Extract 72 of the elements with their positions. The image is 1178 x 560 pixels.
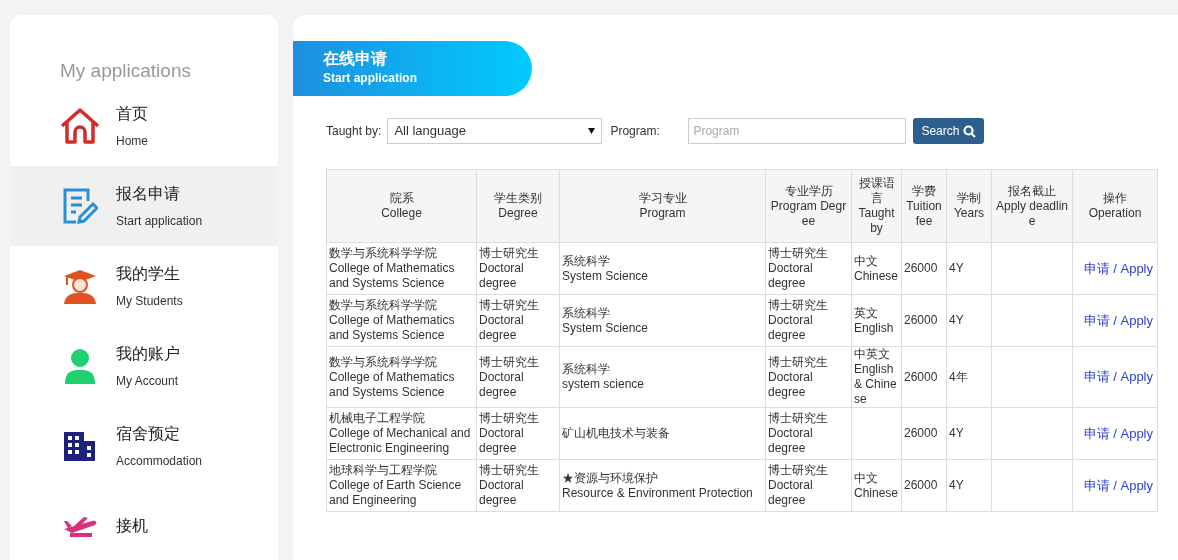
column-header: 院系 College — [326, 169, 477, 243]
column-header: 学费 Tuition fee — [901, 169, 947, 243]
language-cell-text: 英文 English — [854, 305, 895, 336]
college-cell-text: 数学与系统科学学院 College of Mathematics and Systems Science — [329, 354, 456, 400]
item-subtitle: My Students — [116, 292, 183, 310]
banner-title: 在线申请 — [323, 49, 388, 69]
item-subtitle: My Account — [116, 372, 180, 390]
sidebar-item[interactable]: 报名申请 Start application — [10, 165, 278, 246]
item-title: 接机 — [116, 515, 148, 536]
airplane-icon — [62, 514, 98, 537]
years-cell: 4Y — [949, 478, 964, 492]
item-title: 首页 — [116, 103, 148, 124]
years-cell: 4年 — [949, 369, 968, 384]
program-cell-text: 系统科学 System Science — [562, 305, 650, 336]
dropdown-caret-icon — [588, 128, 596, 134]
taught-by-label: Taught by: — [326, 123, 382, 140]
language-cell-text: 中英文 English & Chinese — [854, 347, 898, 407]
house-icon — [59, 106, 101, 145]
column-header: 操作 Operation — [1072, 169, 1158, 243]
item-title: 报名申请 — [116, 183, 181, 204]
program-cell-text: 系统科学 system science — [562, 362, 646, 392]
program-cell-text: 矿山机电技术与装备 — [562, 426, 671, 441]
item-subtitle: Accommodation — [116, 452, 203, 470]
column-header: 学制 Years — [946, 169, 992, 243]
language-select[interactable]: All language — [387, 118, 603, 144]
college-cell-text: 地球科学与工程学院 College of Earth Science and Engineering — [329, 463, 463, 508]
building-icon — [63, 430, 97, 461]
document-pencil-icon — [62, 186, 98, 225]
college-cell-text: 机械电子工程学院 College of Mechanical and Electronic Engineering — [329, 411, 472, 456]
fee-cell: 26000 — [904, 369, 938, 384]
column-header: 学生类别 Degree — [476, 169, 560, 243]
degree-cell-text: 博士研究生 Doctoral degree — [479, 246, 540, 291]
item-title: 宿舍预定 — [116, 423, 181, 444]
column-header: 报名截止 Apply deadline — [991, 169, 1073, 243]
degree-cell-text: 博士研究生 Doctoral degree — [479, 298, 540, 343]
program-label: Program: — [610, 123, 661, 140]
column-header: 学习专业 Program — [559, 169, 766, 243]
program-degree-cell-text: 博士研究生 Doctoral degree — [768, 298, 829, 343]
banner-subtitle: Start application — [323, 70, 418, 87]
user-icon — [65, 347, 95, 384]
item-subtitle: Start application — [116, 212, 203, 230]
search-icon — [963, 124, 977, 138]
college-cell-text: 数学与系统科学学院 College of Mathematics and Systems Science — [329, 246, 456, 291]
item-subtitle: Home — [116, 132, 148, 150]
language-cell: 中文 Chinese — [854, 253, 899, 284]
fee-cell: 26000 — [904, 313, 938, 327]
search-button[interactable]: Search — [913, 118, 985, 144]
program-degree-cell-text: 博士研究生 Doctoral degree — [768, 354, 829, 400]
college-cell-text: 数学与系统科学学院 College of Mathematics and Systems Science — [329, 298, 456, 343]
degree-cell-text: 博士研究生 Doctoral degree — [479, 411, 540, 456]
column-header: 专业学历 Program Degree — [765, 169, 852, 243]
column-header: 授课语言 Taught by — [851, 169, 902, 243]
item-title: 我的学生 — [116, 263, 181, 284]
program-degree-cell-text: 博士研究生 Doctoral degree — [768, 246, 829, 291]
fee-cell: 26000 — [904, 478, 938, 492]
fee-cell: 26000 — [904, 426, 938, 440]
sidebar-title: My applications — [59, 59, 192, 83]
graduate-icon — [63, 267, 97, 304]
program-degree-cell-text: 博士研究生 Doctoral degree — [768, 463, 829, 508]
fee-cell: 26000 — [904, 261, 938, 275]
language-cell: 中文 Chinese — [854, 470, 899, 501]
item-title: 我的账户 — [116, 343, 180, 364]
program-input[interactable]: Program — [688, 118, 907, 144]
apply-link[interactable]: 申请 / Apply — [1083, 369, 1153, 384]
degree-cell-text: 博士研究生 Doctoral degree — [479, 463, 540, 508]
program-cell-text: ★资源与环境保护 Resource & Environment Protection — [562, 470, 754, 501]
years-cell: 4Y — [949, 313, 964, 327]
program-degree-cell-text: 博士研究生 Doctoral degree — [768, 411, 829, 456]
program-cell-text: 系统科学 System Science — [562, 253, 650, 284]
degree-cell-text: 博士研究生 Doctoral degree — [479, 354, 540, 400]
years-cell: 4Y — [949, 261, 964, 275]
years-cell: 4Y — [949, 426, 964, 440]
